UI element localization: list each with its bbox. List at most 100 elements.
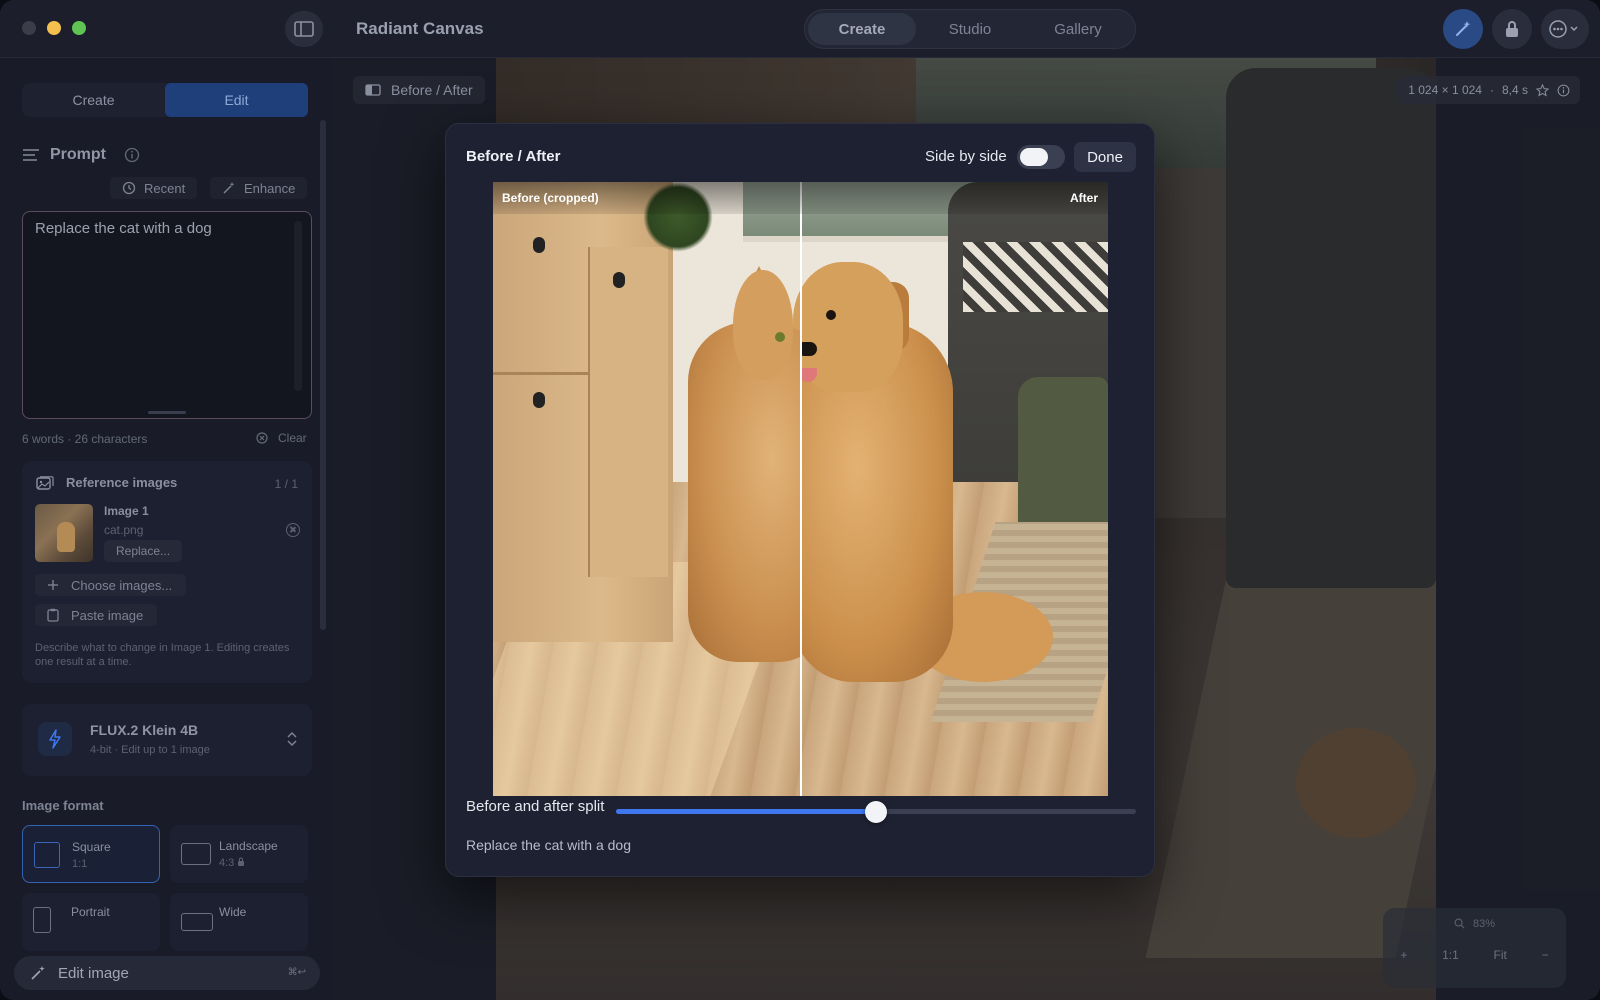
- remove-image-icon[interactable]: [286, 523, 300, 537]
- reference-image-file: cat.png: [104, 523, 144, 537]
- window-close-button[interactable]: [22, 21, 36, 35]
- comparison-scene: [493, 182, 1108, 796]
- done-button[interactable]: Done: [1074, 142, 1136, 172]
- replace-button[interactable]: Replace...: [104, 540, 183, 562]
- magic-wand-icon: [1456, 21, 1471, 36]
- edit-image-button[interactable]: Edit image ⌘↩: [14, 956, 320, 990]
- clear-label: Clear: [278, 431, 307, 445]
- before-after-chip-label: Before / After: [391, 82, 473, 98]
- format-square-name: Square: [72, 840, 111, 854]
- comparison-view[interactable]: Before (cropped) After: [493, 182, 1108, 796]
- before-after-chip[interactable]: Before / After: [353, 76, 485, 104]
- enhance-label: Enhance: [244, 180, 296, 196]
- word-count: 6 words · 26 characters: [22, 432, 148, 446]
- wide-shape-icon: [181, 913, 213, 931]
- dog-eye: [826, 310, 836, 320]
- reference-images-card: Reference images 1 / 1 Image 1 cat.png R…: [22, 461, 312, 683]
- split-divider[interactable]: [800, 182, 802, 796]
- zoom-out-button[interactable]: −: [1542, 948, 1549, 962]
- cat-eye: [775, 332, 785, 342]
- prompt-textarea[interactable]: Replace the cat with a dog: [22, 211, 312, 419]
- choose-images-label: Choose images...: [71, 577, 173, 593]
- mode-gallery[interactable]: Gallery: [1024, 13, 1132, 45]
- enhance-button[interactable]: Enhance: [210, 177, 308, 199]
- images-icon: [36, 475, 54, 490]
- prompt-header: Prompt: [22, 146, 140, 164]
- format-landscape[interactable]: Landscape 4:3: [170, 825, 308, 883]
- lock-icon: [238, 857, 245, 866]
- info-icon[interactable]: [1557, 84, 1570, 97]
- more-icon: [1549, 20, 1578, 38]
- format-portrait-name: Portrait: [71, 905, 110, 919]
- mode-studio[interactable]: Studio: [916, 13, 1024, 45]
- dialog-title: Before / After: [466, 148, 561, 165]
- chevron-up-down-icon: [287, 731, 297, 747]
- tab-edit[interactable]: Edit: [165, 83, 308, 117]
- image-meta-chip: 1 024 × 1 024 · 8,4 s: [1398, 76, 1580, 104]
- reference-image-name: Image 1: [104, 504, 149, 518]
- tab-create[interactable]: Create: [22, 83, 165, 117]
- zoom-actual-size-button[interactable]: 1:1: [1442, 948, 1459, 962]
- title-bar: Radiant Canvas Create Studio Gallery: [0, 0, 1600, 58]
- side-by-side-toggle[interactable]: [1017, 145, 1065, 169]
- zoom-in-button[interactable]: +: [1400, 948, 1407, 962]
- mode-create[interactable]: Create: [808, 13, 916, 45]
- lock-button[interactable]: [1492, 9, 1532, 49]
- choose-images-button[interactable]: Choose images...: [35, 574, 187, 596]
- window-maximize-button[interactable]: [72, 21, 86, 35]
- bolt-icon: [49, 729, 61, 749]
- magic-wand-button[interactable]: [1443, 9, 1483, 49]
- history-icon: [122, 181, 136, 195]
- edit-hint: Describe what to change in Image 1. Edit…: [35, 642, 290, 668]
- clear-button[interactable]: Clear: [256, 431, 307, 445]
- image-format-title: Image format: [22, 798, 104, 813]
- split-slider-label: Before and after split: [466, 798, 605, 815]
- meta-separator: ·: [1489, 83, 1494, 97]
- magic-wand-icon: [223, 182, 235, 194]
- scene-backpack: [1018, 377, 1108, 537]
- mode-switcher: Create Studio Gallery: [804, 9, 1136, 49]
- info-icon[interactable]: [124, 147, 140, 163]
- square-shape-icon: [34, 842, 60, 868]
- thumbnail-cat: [57, 522, 75, 552]
- more-menu-button[interactable]: [1541, 9, 1589, 49]
- split-slider-fill: [616, 809, 876, 814]
- model-selector[interactable]: FLUX.2 Klein 4B 4-bit · Edit up to 1 ima…: [22, 704, 312, 776]
- lock-icon: [1506, 21, 1518, 37]
- generation-time: 8,4 s: [1501, 83, 1528, 97]
- sidebar-toggle-button[interactable]: [285, 11, 323, 47]
- lines-icon: [23, 149, 39, 161]
- landscape-shape-icon: [181, 843, 211, 865]
- toggle-knob: [1020, 148, 1048, 166]
- format-square[interactable]: Square 1:1: [22, 825, 160, 883]
- plus-icon: [48, 580, 58, 590]
- before-after-dialog: Before / After Side by side Done Before …: [445, 123, 1155, 877]
- magnifier-icon: [1454, 918, 1465, 929]
- recent-button[interactable]: Recent: [110, 177, 198, 199]
- sidebar-scrollbar[interactable]: [320, 120, 326, 630]
- before-label: Before (cropped): [502, 191, 599, 205]
- format-portrait[interactable]: Portrait: [22, 893, 160, 951]
- app-window: Radiant Canvas Create Studio Gallery Cre…: [0, 0, 1600, 1000]
- split-slider[interactable]: [616, 801, 1136, 823]
- split-view-icon: [365, 84, 381, 96]
- sidebar: Create Edit Prompt Recent Enhance Replac…: [0, 58, 333, 1000]
- zoom-fit-button[interactable]: Fit: [1494, 948, 1507, 962]
- format-wide[interactable]: Wide: [170, 893, 308, 951]
- scene-blanket-pattern: [963, 242, 1108, 312]
- star-icon[interactable]: [1536, 83, 1549, 97]
- paste-image-button[interactable]: Paste image: [35, 604, 158, 626]
- format-wide-name: Wide: [219, 905, 247, 919]
- image-dimensions: 1 024 × 1 024: [1408, 83, 1482, 97]
- reference-thumbnail[interactable]: [35, 504, 93, 562]
- edit-shortcut: ⌘↩: [287, 967, 306, 978]
- split-slider-thumb[interactable]: [865, 801, 887, 823]
- model-icon-box: [38, 722, 72, 756]
- paste-image-label: Paste image: [71, 607, 144, 623]
- scene-cabinet-door: [588, 247, 668, 577]
- format-landscape-name: Landscape: [219, 839, 278, 853]
- window-minimize-button[interactable]: [47, 21, 61, 35]
- reference-images-header: Reference images: [36, 475, 177, 490]
- cabinet-knob: [533, 237, 545, 253]
- prompt-title: Prompt: [50, 146, 106, 163]
